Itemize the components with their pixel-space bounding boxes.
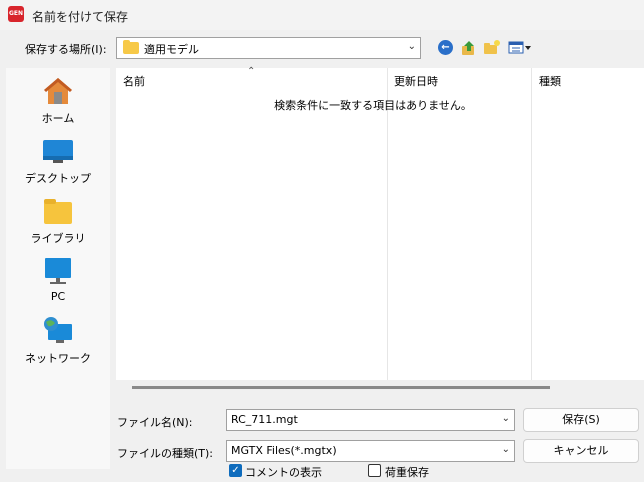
place-home[interactable]: ホーム [6,76,110,132]
column-header-type[interactable]: 種類 [539,73,561,89]
filetype-label: ファイルの種類(T): [117,447,214,460]
network-icon [44,317,72,343]
up-folder-icon [462,41,474,55]
filetype-value: MGTX Files(*.mgtx) [231,444,337,457]
library-icon [44,199,72,224]
window-title: 名前を付けて保存 [32,10,129,24]
place-label: デスクトップ [25,172,91,185]
empty-message: 検索条件に一致する項目はありません。 [274,99,472,112]
back-button[interactable]: ← [437,39,455,57]
pc-icon [45,258,71,284]
sort-ascending-icon: ⌃ [247,66,256,77]
filename-value: RC_711.mgt [231,413,298,426]
load-save-label[interactable]: 荷重保存 [385,464,429,480]
load-save-checkbox[interactable] [368,464,381,477]
title-bar: GEN 名前を付けて保存 [0,0,644,30]
save-button[interactable]: 保存(S) [523,408,639,432]
checkmark-icon: ✓ [231,465,240,476]
lookin-combobox[interactable]: 適用モデル ⌄ [116,37,421,59]
file-list[interactable]: ⌃ 名前 更新日時 種類 検索条件に一致する項目はありません。 [116,66,644,380]
show-comment-label[interactable]: コメントの表示 [245,464,322,480]
place-library[interactable]: ライブラリ [6,196,110,252]
places-bar: ホーム デスクトップ ライブラリ PC ネットワーク [6,68,110,469]
place-label: PC [50,290,66,303]
place-label: ライブラリ [30,232,86,245]
column-header-modified[interactable]: 更新日時 [394,73,438,89]
desktop-icon [43,140,73,163]
column-header-name[interactable]: 名前 [123,73,145,89]
horizontal-scrollbar[interactable] [132,386,550,389]
place-network[interactable]: ネットワーク [6,316,110,372]
lookin-label: 保存する場所(I): [25,43,107,56]
back-arrow-icon: ← [438,40,453,55]
show-comment-checkbox[interactable]: ✓ [229,464,242,477]
home-icon [44,78,72,104]
column-divider[interactable] [387,68,388,380]
app-logo-icon: GEN [8,6,24,22]
view-menu-icon [508,41,531,54]
place-pc[interactable]: PC [6,256,110,312]
cancel-button[interactable]: キャンセル [523,439,639,463]
place-label: ホーム [41,112,75,125]
new-folder-icon [484,40,500,54]
filename-label: ファイル名(N): [117,416,193,429]
chevron-down-icon[interactable]: ⌄ [502,413,510,424]
new-folder-button[interactable] [483,39,501,57]
place-label: ネットワーク [25,352,91,365]
column-divider[interactable] [531,68,532,380]
up-folder-button[interactable] [460,39,478,57]
lookin-value: 適用モデル [144,43,199,56]
folder-icon [123,40,139,54]
place-desktop[interactable]: デスクトップ [6,136,110,192]
chevron-down-icon: ⌄ [501,444,510,455]
chevron-down-icon: ⌄ [407,41,416,52]
filetype-select[interactable]: MGTX Files(*.mgtx) ⌄ [226,440,515,462]
view-menu-button[interactable] [508,39,532,57]
filename-input[interactable]: RC_711.mgt ⌄ [226,409,515,431]
